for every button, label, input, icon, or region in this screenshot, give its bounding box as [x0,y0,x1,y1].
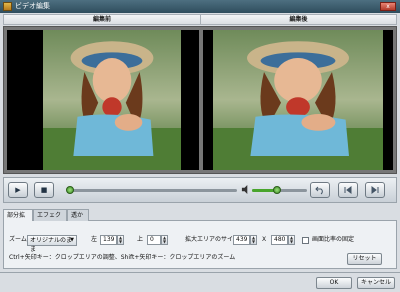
prev-frame-icon [344,186,352,194]
width-spinner[interactable]: ▲ ▼ [250,235,257,245]
after-preview [203,30,393,170]
left-input[interactable]: 139 [100,235,117,245]
close-button[interactable]: x [380,2,396,11]
chevron-down-icon: ▼ [70,237,74,243]
top-spinner[interactable]: ▲ ▼ [161,235,168,245]
app-icon [3,2,12,11]
prev-frame-button[interactable] [338,182,358,198]
playback-controls: ▶ ■ [3,177,397,203]
title-bar[interactable]: ビデオ編集 x [0,0,400,13]
left-label: 左 [91,236,98,243]
before-preview [7,30,199,170]
after-photo [213,30,383,170]
before-photo [43,30,181,170]
window-title: ビデオ編集 [15,2,50,10]
aspect-lock-checkbox[interactable] [302,237,309,244]
cancel-button[interactable]: キャンセル [357,277,395,289]
height-spinner[interactable]: ▲ ▼ [288,235,295,245]
preview-header: 編集前 編集後 [3,14,397,25]
tab-watermark[interactable]: 透かし [67,209,89,230]
zoom-select[interactable]: オリジナルのまま ▼ [27,235,77,253]
aspect-lock-label: 画面比率の固定 [312,236,355,243]
edit-tabs: 部分拡大 エフェクト 透かし [3,209,397,230]
crop-settings-panel: ズーム オリジナルのまま ▼ 左 139 ▲ ▼ 上 0 ▲ ▼ 拡大エリアのサイズ… [3,221,397,269]
ok-button[interactable]: OK [316,277,352,289]
height-input[interactable]: 480 [271,235,288,245]
left-spinner[interactable]: ▲ ▼ [117,235,124,245]
before-label: 編集前 [4,15,201,24]
width-input[interactable]: 439 [233,235,250,245]
preview-area [3,26,397,174]
seek-track[interactable] [67,189,237,192]
next-frame-icon [371,186,379,194]
shortcut-hint: Ctrl+矢印キー：クロップエリアの調整、Shift+矢印キー：クロップエリアの… [9,254,236,261]
stop-button[interactable]: ■ [34,182,54,198]
undo-button[interactable] [310,182,330,198]
stop-icon: ■ [40,186,48,194]
after-label: 編集後 [289,16,308,23]
seek-handle[interactable] [66,186,75,194]
tab-partial-zoom[interactable]: 部分拡大 [3,209,33,230]
speaker-icon[interactable] [241,185,250,197]
tab-effect[interactable]: エフェクト [33,209,67,230]
zoom-select-value: オリジナルのまま [30,237,73,253]
play-button[interactable]: ▶ [8,182,28,198]
undo-icon [315,186,323,195]
reset-button[interactable]: リセット [347,253,382,265]
video-edit-window: ビデオ編集 x 編集前 編集後 ▶ ■ 部分拡 エフェク 透か ズーム オリジナ… [0,0,400,292]
next-frame-button[interactable] [365,182,385,198]
zoom-label: ズーム [9,236,27,243]
volume-handle[interactable] [272,186,281,194]
top-input[interactable]: 0 [147,235,161,245]
top-label: 上 [137,236,144,243]
area-size-label: 拡大エリアのサイズ [185,236,239,243]
footer-divider [0,272,400,273]
times-label: X [262,236,267,243]
play-icon: ▶ [15,186,21,194]
